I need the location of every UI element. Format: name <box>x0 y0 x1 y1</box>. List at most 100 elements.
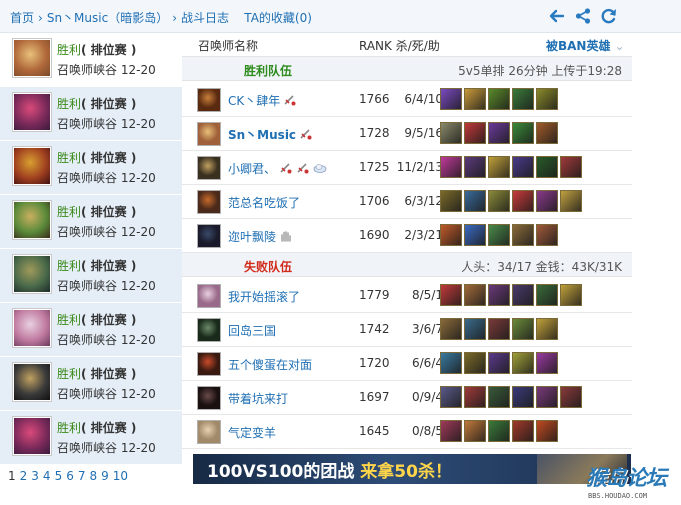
result-label: 胜利 <box>57 151 82 165</box>
champion-avatar <box>12 362 52 402</box>
player-row[interactable]: 气定变羊 1645 0/8/5 <box>182 415 632 449</box>
summoner-name-link[interactable]: 五个傻蛋在对面 <box>228 356 312 373</box>
page-link[interactable]: 2 <box>20 469 28 483</box>
share-icon[interactable] <box>574 7 592 25</box>
match-info: 召唤师峡谷 12-20 <box>57 385 156 402</box>
item-icon <box>536 190 558 212</box>
refresh-icon[interactable] <box>600 7 618 25</box>
item-icon <box>512 318 534 340</box>
match-date: 12-20 <box>120 225 156 239</box>
player-kda: 8/5/1 <box>412 288 443 302</box>
item-icon <box>488 352 510 374</box>
watermark-title: 猴岛论坛 <box>586 466 667 490</box>
summoner-name-link[interactable]: 迩叶飘陵 <box>228 228 293 245</box>
item-icon <box>512 420 534 442</box>
breadcrumb-battle-log-link[interactable]: 战斗日志 <box>181 11 229 25</box>
item-icon <box>536 284 558 306</box>
match-result: 胜利( 排位赛 ) <box>57 149 136 166</box>
page-link[interactable]: 7 <box>78 469 86 483</box>
player-kda: 2/3/21 <box>404 228 443 242</box>
page-link[interactable]: 9 <box>101 469 109 483</box>
match-history-item[interactable]: 胜利( 排位赛 ) 召唤师峡谷 12-20 <box>0 141 182 195</box>
item-icon <box>512 190 534 212</box>
item-icon <box>512 156 534 178</box>
match-history-item[interactable]: 胜利( 排位赛 ) 召唤师峡谷 12-20 <box>0 33 182 87</box>
summoner-name-link[interactable]: 气定变羊 <box>228 424 276 441</box>
page-link[interactable]: 5 <box>55 469 63 483</box>
sword-icon <box>297 163 309 174</box>
match-history-item[interactable]: 胜利( 排位赛 ) 召唤师峡谷 12-20 <box>0 357 182 411</box>
queue-mode: ( 排位赛 ) <box>81 97 137 111</box>
match-history-item[interactable]: 胜利( 排位赛 ) 召唤师峡谷 12-20 <box>0 87 182 141</box>
team-summary: 人头：34/17 金钱：43K/31K <box>461 260 622 274</box>
player-rank: 1690 <box>359 228 390 242</box>
match-history-item[interactable]: 胜利( 排位赛 ) 召唤师峡谷 12-20 <box>0 249 182 303</box>
match-detail-panel: 召唤师名称 RANK 杀/死/助 被BAN英雄 ⌄ 胜利队伍 5v5单排 26分钟 … <box>182 33 632 505</box>
player-row[interactable]: 五个傻蛋在对面 1720 6/6/4 <box>182 347 632 381</box>
map-name: 召唤师峡谷 <box>57 333 118 347</box>
match-history-item[interactable]: 胜利( 排位赛 ) 召唤师峡谷 12-20 <box>0 411 182 465</box>
page-link[interactable]: 8 <box>89 469 97 483</box>
summoner-name-link[interactable]: 回岛三国 <box>228 322 276 339</box>
summoner-name-link[interactable]: Sn丶Music <box>228 126 313 143</box>
arrow-left-icon[interactable] <box>548 7 566 25</box>
item-icon <box>512 284 534 306</box>
player-kda: 3/6/7 <box>412 322 443 336</box>
player-row[interactable]: 带着坑来打 1697 0/9/4 <box>182 381 632 415</box>
summoner-name-link[interactable]: 带着坑来打 <box>228 390 288 407</box>
match-info: 召唤师峡谷 12-20 <box>57 223 156 240</box>
summoner-name: CK丶肆年 <box>228 94 281 108</box>
summoner-name: 带着坑来打 <box>228 392 289 406</box>
match-date: 12-20 <box>120 441 156 455</box>
watermark-url: BBS.HOUDAO.COM <box>588 492 648 500</box>
summoner-name-link[interactable]: 小卿君、 <box>228 160 327 177</box>
page-link[interactable]: 4 <box>43 469 51 483</box>
player-row[interactable]: 迩叶飘陵 1690 2/3/21 <box>182 219 632 253</box>
summoner-name: 迩叶飘陵 <box>228 230 277 244</box>
item-build <box>440 190 584 214</box>
page-link[interactable]: 6 <box>66 469 74 483</box>
breadcrumb-player-link[interactable]: Sn丶Music（暗影岛） <box>47 11 168 25</box>
promo-banner[interactable]: 100VS100的团战 来拿50杀！ <box>193 454 631 484</box>
breadcrumb: 首页 › Sn丶Music（暗影岛） › 战斗日志 TA的收藏(0) <box>10 9 312 26</box>
champion-avatar <box>12 308 52 348</box>
match-history-item[interactable]: 胜利( 排位赛 ) 召唤师峡谷 12-20 <box>0 303 182 357</box>
item-icon <box>560 190 582 212</box>
breadcrumb-home-link[interactable]: 首页 <box>10 11 34 25</box>
item-icon <box>512 224 534 246</box>
player-kda: 6/4/10 <box>404 92 443 106</box>
player-row[interactable]: 范总名吃饭了 1706 6/3/12 <box>182 185 632 219</box>
player-row[interactable]: CK丶肆年 1766 6/4/10 <box>182 83 632 117</box>
item-icon <box>512 352 534 374</box>
summoner-name-link[interactable]: 我开始摇滚了 <box>228 288 300 305</box>
summoner-name-link[interactable]: 范总名吃饭了 <box>228 194 300 211</box>
match-result: 胜利( 排位赛 ) <box>57 311 136 328</box>
player-row[interactable]: 小卿君、 1725 11/2/13 <box>182 151 632 185</box>
page-link[interactable]: 10 <box>113 469 128 483</box>
player-rank: 1728 <box>359 126 390 140</box>
summoner-name-link[interactable]: CK丶肆年 <box>228 92 297 109</box>
player-kda: 11/2/13 <box>396 160 443 174</box>
player-row[interactable]: 回岛三国 1742 3/6/7 <box>182 313 632 347</box>
player-row[interactable]: 我开始摇滚了 1779 8/5/1 <box>182 279 632 313</box>
page-link[interactable]: 1 <box>8 469 16 483</box>
item-icon <box>512 88 534 110</box>
banned-heroes-toggle[interactable]: 被BAN英雄 ⌄ <box>546 37 625 54</box>
page-link[interactable]: 3 <box>31 469 39 483</box>
player-rank: 1697 <box>359 390 390 404</box>
item-build <box>440 386 584 410</box>
item-icon <box>488 284 510 306</box>
match-history-list: 胜利( 排位赛 ) 召唤师峡谷 12-20 胜利( 排位赛 ) 召唤师峡谷 12-20… <box>0 33 182 505</box>
player-kda: 6/6/4 <box>412 356 443 370</box>
item-icon <box>536 386 558 408</box>
map-name: 召唤师峡谷 <box>57 225 118 239</box>
player-row[interactable]: Sn丶Music 1728 9/5/16 <box>182 117 632 151</box>
champion-avatar <box>12 38 52 78</box>
favorites-link[interactable]: TA的收藏(0) <box>244 11 312 25</box>
item-icon <box>488 386 510 408</box>
match-result: 胜利( 排位赛 ) <box>57 203 136 220</box>
player-kda: 0/8/5 <box>412 424 443 438</box>
match-info: 召唤师峡谷 12-20 <box>57 169 156 186</box>
map-name: 召唤师峡谷 <box>57 441 118 455</box>
match-history-item[interactable]: 胜利( 排位赛 ) 召唤师峡谷 12-20 <box>0 195 182 249</box>
